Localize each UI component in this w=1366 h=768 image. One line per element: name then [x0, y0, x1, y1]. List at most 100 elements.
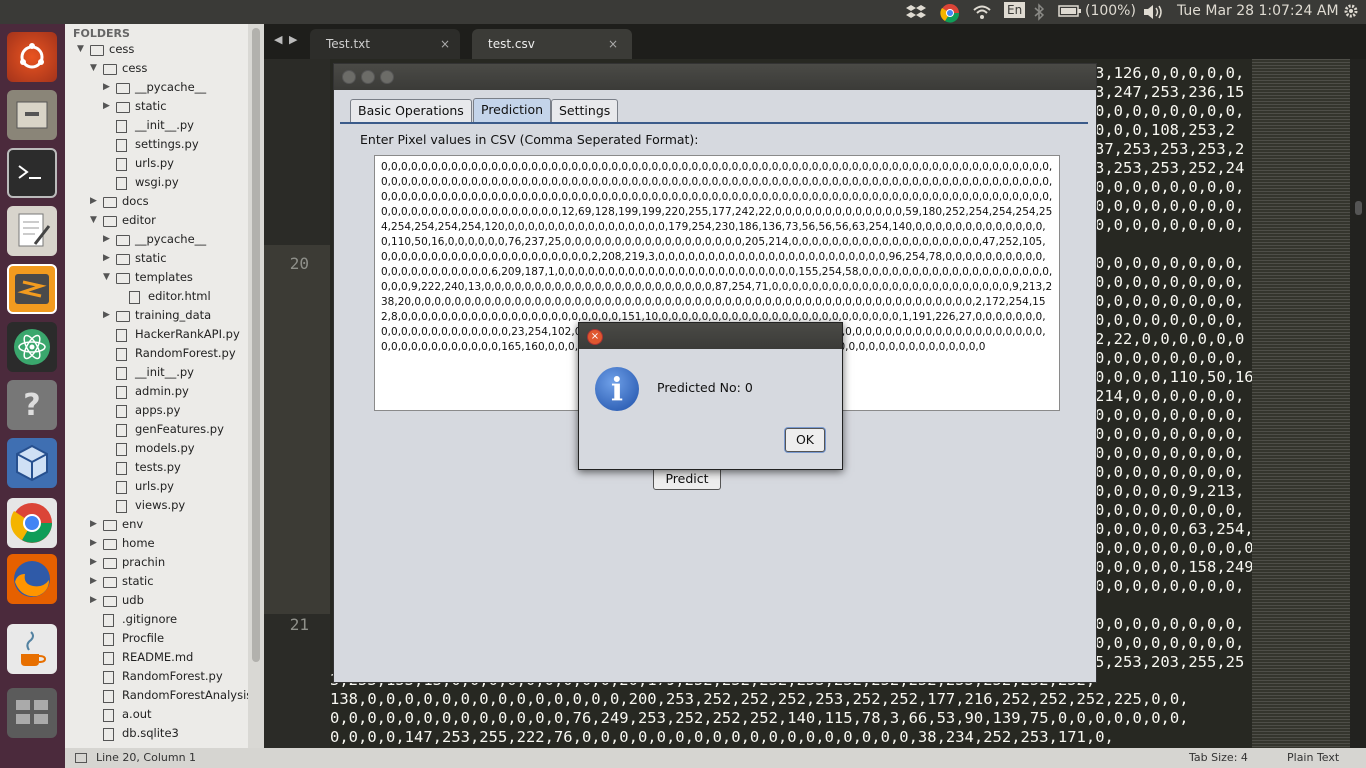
launcher: ? — [0, 24, 65, 768]
close-icon[interactable]: × — [608, 29, 618, 59]
tab-test-csv[interactable]: test.csv × — [472, 29, 632, 59]
syntax-selector[interactable]: Plain Text — [1287, 748, 1339, 768]
close-icon[interactable]: × — [587, 329, 603, 345]
tree-folder[interactable]: ▶ docs — [65, 192, 248, 211]
tree-file[interactable]: urls.py — [65, 154, 248, 173]
tab-scroll-right-icon[interactable]: ▶ — [289, 33, 297, 46]
editor-scrollbar[interactable] — [1350, 59, 1366, 748]
keyboard-layout-indicator[interactable]: En — [1004, 2, 1026, 18]
tree-file[interactable]: README.md — [65, 648, 248, 667]
gear-icon[interactable] — [1343, 3, 1359, 23]
tree-folder[interactable]: ▼ templates — [65, 268, 248, 287]
chevron-right-icon[interactable]: ▶ — [103, 230, 110, 249]
tab-prediction[interactable]: Prediction — [473, 98, 552, 122]
minimize-window-icon[interactable] — [361, 70, 375, 84]
tree-item-label: udb — [122, 593, 144, 607]
tree-file[interactable]: RandomForestAnalysis — [65, 686, 248, 705]
tree-file[interactable]: db.sqlite3 — [65, 724, 248, 743]
files-icon[interactable] — [7, 90, 57, 140]
file-icon — [103, 671, 114, 684]
tree-file[interactable]: admin.py — [65, 382, 248, 401]
tree-folder[interactable]: ▼ cess — [65, 40, 248, 59]
bluetooth-icon[interactable] — [1034, 3, 1045, 25]
tree-folder[interactable]: ▶ udb — [65, 591, 248, 610]
tree-file[interactable]: views.py — [65, 496, 248, 515]
battery-icon[interactable] — [1058, 3, 1082, 23]
tree-folder[interactable]: ▶ training_data — [65, 306, 248, 325]
virtualbox-icon[interactable] — [7, 438, 57, 488]
tree-file[interactable]: tests.py — [65, 458, 248, 477]
tree-folder[interactable]: ▶ __pycache__ — [65, 230, 248, 249]
chevron-right-icon[interactable]: ▶ — [90, 534, 97, 553]
help-icon[interactable]: ? — [7, 380, 57, 430]
tab-settings[interactable]: Settings — [551, 99, 619, 122]
chevron-right-icon[interactable]: ▶ — [90, 553, 97, 572]
dropbox-icon[interactable] — [905, 3, 927, 25]
close-icon[interactable]: × — [440, 29, 450, 59]
clock[interactable]: Tue Mar 28 1:07:24 AM — [1177, 3, 1339, 19]
editor-scroll-thumb[interactable] — [1355, 201, 1362, 215]
chevron-right-icon[interactable]: ▶ — [90, 515, 97, 534]
java-app-icon[interactable] — [7, 624, 57, 674]
tab-scroll-left-icon[interactable]: ◀ — [274, 33, 282, 46]
tree-folder[interactable]: ▶ static — [65, 249, 248, 268]
predict-button[interactable]: Predict — [653, 467, 721, 490]
close-window-icon[interactable] — [342, 70, 356, 84]
chevron-right-icon[interactable]: ▶ — [103, 97, 110, 116]
sidebar-scroll-thumb[interactable] — [252, 28, 260, 662]
wifi-icon[interactable] — [972, 3, 992, 25]
tab-test-txt[interactable]: Test.txt × — [310, 29, 460, 59]
maximize-window-icon[interactable] — [380, 70, 394, 84]
chevron-right-icon[interactable]: ▶ — [103, 306, 110, 325]
tab-size-selector[interactable]: Tab Size: 4 — [1189, 748, 1248, 768]
tree-file[interactable]: __init__.py — [65, 116, 248, 135]
tree-file[interactable]: genFeatures.py — [65, 420, 248, 439]
minimap[interactable] — [1252, 59, 1350, 748]
tree-folder[interactable]: ▶ home — [65, 534, 248, 553]
chevron-right-icon[interactable]: ▶ — [90, 591, 97, 610]
firefox-icon[interactable] — [7, 554, 57, 604]
window-titlebar[interactable] — [334, 64, 1096, 90]
tab-basic-operations[interactable]: Basic Operations — [350, 99, 472, 122]
text-editor-icon[interactable] — [7, 206, 57, 256]
chevron-down-icon[interactable]: ▼ — [90, 59, 97, 78]
tree-folder[interactable]: ▶ __pycache__ — [65, 78, 248, 97]
tree-folder[interactable]: ▶ static — [65, 572, 248, 591]
tree-file[interactable]: editor.html — [65, 287, 248, 306]
tree-file[interactable]: a.out — [65, 705, 248, 724]
atom-editor-icon[interactable] — [7, 322, 57, 372]
ubuntu-dash-icon[interactable] — [7, 32, 57, 82]
tree-folder[interactable]: ▶ prachin — [65, 553, 248, 572]
chevron-right-icon[interactable]: ▶ — [90, 192, 97, 211]
sublime-text-icon[interactable] — [7, 264, 57, 314]
chevron-down-icon[interactable]: ▼ — [77, 40, 84, 59]
chevron-down-icon[interactable]: ▼ — [90, 211, 97, 230]
tree-file[interactable]: HackerRankAPI.py — [65, 325, 248, 344]
tree-file[interactable]: apps.py — [65, 401, 248, 420]
tree-file[interactable]: RandomForest.py — [65, 667, 248, 686]
tree-folder[interactable]: ▶ env — [65, 515, 248, 534]
tree-folder[interactable]: ▶ static — [65, 97, 248, 116]
dialog-titlebar[interactable] — [579, 323, 842, 349]
chevron-right-icon[interactable]: ▶ — [103, 78, 110, 97]
panel-toggle-icon[interactable] — [75, 753, 87, 763]
tree-folder[interactable]: ▼ editor — [65, 211, 248, 230]
chevron-down-icon[interactable]: ▼ — [103, 268, 110, 287]
tree-file[interactable]: wsgi.py — [65, 173, 248, 192]
chevron-right-icon[interactable]: ▶ — [103, 249, 110, 268]
tree-file[interactable]: .gitignore — [65, 610, 248, 629]
tree-file[interactable]: urls.py — [65, 477, 248, 496]
chevron-right-icon[interactable]: ▶ — [90, 572, 97, 591]
ok-button[interactable]: OK — [785, 428, 825, 452]
tree-item-label: urls.py — [135, 156, 174, 170]
tree-file[interactable]: settings.py — [65, 135, 248, 154]
tree-file[interactable]: Procfile — [65, 629, 248, 648]
tree-folder[interactable]: ▼ cess — [65, 59, 248, 78]
workspace-switcher-icon[interactable] — [7, 688, 57, 738]
chrome-icon[interactable] — [7, 498, 57, 548]
volume-icon[interactable] — [1142, 3, 1164, 25]
terminal-icon[interactable] — [7, 148, 57, 198]
tree-file[interactable]: __init__.py — [65, 363, 248, 382]
tree-file[interactable]: RandomForest.py — [65, 344, 248, 363]
tree-file[interactable]: models.py — [65, 439, 248, 458]
